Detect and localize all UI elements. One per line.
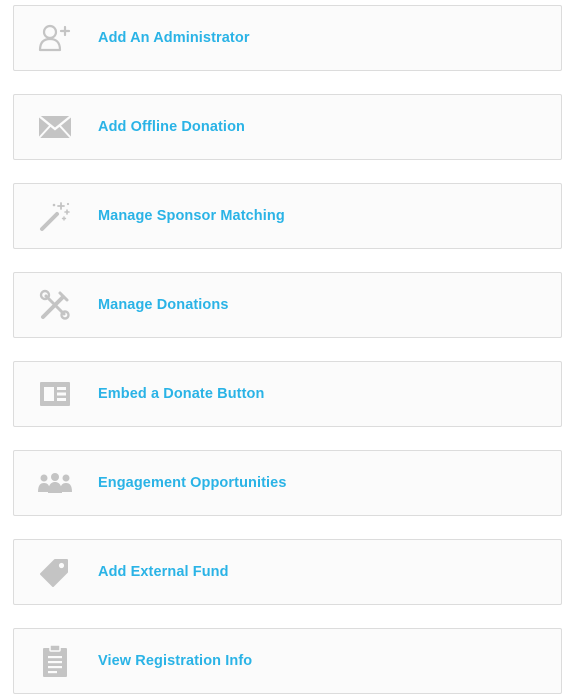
clipboard-icon bbox=[38, 644, 72, 678]
add-administrator-button[interactable]: Add An Administrator bbox=[13, 5, 562, 71]
add-user-icon bbox=[38, 21, 72, 55]
tools-icon bbox=[38, 288, 72, 322]
action-label: Add External Fund bbox=[98, 564, 229, 580]
add-external-fund-button[interactable]: Add External Fund bbox=[13, 539, 562, 605]
manage-donations-button[interactable]: Manage Donations bbox=[13, 272, 562, 338]
action-label: Add Offline Donation bbox=[98, 119, 245, 135]
action-label: Manage Sponsor Matching bbox=[98, 208, 285, 224]
action-label: Engagement Opportunities bbox=[98, 475, 287, 491]
embed-card-icon bbox=[38, 377, 72, 411]
manage-sponsor-matching-button[interactable]: Manage Sponsor Matching bbox=[13, 183, 562, 249]
action-label: Manage Donations bbox=[98, 297, 229, 313]
envelope-icon bbox=[38, 110, 72, 144]
action-label: Embed a Donate Button bbox=[98, 386, 265, 402]
action-label: View Registration Info bbox=[98, 653, 253, 669]
view-registration-info-button[interactable]: View Registration Info bbox=[13, 628, 562, 694]
action-menu: Add An Administrator Add Offline Donatio… bbox=[0, 0, 567, 698]
embed-donate-button-button[interactable]: Embed a Donate Button bbox=[13, 361, 562, 427]
magic-wand-icon bbox=[38, 199, 72, 233]
tag-icon bbox=[38, 555, 72, 589]
engagement-opportunities-button[interactable]: Engagement Opportunities bbox=[13, 450, 562, 516]
people-group-icon bbox=[38, 466, 72, 500]
add-offline-donation-button[interactable]: Add Offline Donation bbox=[13, 94, 562, 160]
action-label: Add An Administrator bbox=[98, 30, 250, 46]
